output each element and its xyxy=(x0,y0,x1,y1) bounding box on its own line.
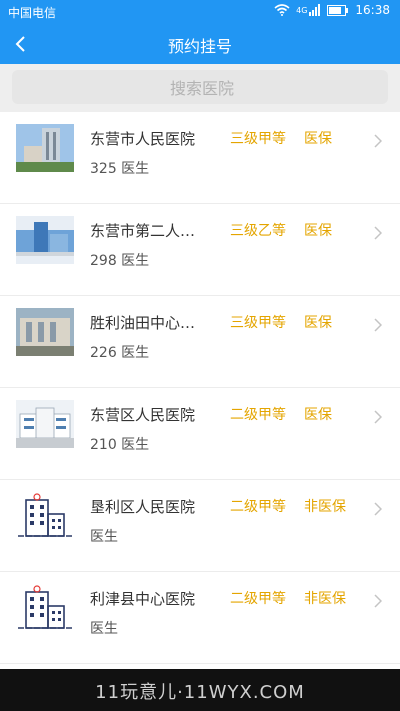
insurance-badge: 医保 xyxy=(304,407,332,423)
hospital-name: 东营市人民医院 xyxy=(90,130,196,148)
hospital-name: 胜利油田中心医院 xyxy=(90,314,208,332)
hospital-list-item[interactable]: 东营市第二人民医院 三级乙等 医保 298 医生 xyxy=(0,204,400,296)
doctor-count: 226 医生 xyxy=(90,345,150,361)
hospital-photo xyxy=(16,308,74,356)
insurance-badge: 医保 xyxy=(304,223,332,239)
signal-icon xyxy=(309,4,321,16)
hospital-outline-icon xyxy=(18,585,72,629)
page-title: 预约挂号 xyxy=(167,37,232,56)
insurance-badge: 医保 xyxy=(304,315,332,331)
hospital-list-item[interactable]: 胜利油田中心医院 三级甲等 医保 226 医生 xyxy=(0,296,400,388)
hospital-photo xyxy=(16,124,74,172)
hospital-name: 利津县中心医院 xyxy=(90,590,196,608)
chevron-right-icon xyxy=(374,226,382,240)
hospital-list-item[interactable]: 东营区人民医院 二级甲等 医保 210 医生 xyxy=(0,388,400,480)
hospital-grade: 二级甲等 xyxy=(230,591,286,607)
hospital-list-item[interactable]: 垦利区人民医院 二级甲等 非医保 医生 xyxy=(0,480,400,572)
doctor-count: 298 医生 xyxy=(90,253,150,269)
insurance-badge: 医保 xyxy=(304,131,332,147)
clock-label: 16:38 xyxy=(355,3,390,17)
chevron-right-icon xyxy=(374,594,382,608)
battery-icon xyxy=(327,4,349,16)
hospital-photo xyxy=(16,400,74,448)
hospital-grade: 三级甲等 xyxy=(230,131,286,147)
hospital-name: 东营区人民医院 xyxy=(90,406,196,424)
network-type-label: 4G xyxy=(296,5,308,15)
hospital-outline-icon xyxy=(18,493,72,537)
system-nav-bar: 11玩意儿·11WYX.COM xyxy=(0,669,400,711)
wifi-icon xyxy=(274,4,290,16)
hospital-grade: 二级甲等 xyxy=(230,499,286,515)
hospital-list-item[interactable]: 利津县中心医院 二级甲等 非医保 医生 xyxy=(0,572,400,664)
hospital-grade: 二级甲等 xyxy=(230,407,286,423)
chevron-right-icon xyxy=(374,318,382,332)
chevron-right-icon xyxy=(374,410,382,424)
hospital-list-item[interactable]: 东营市人民医院 三级甲等 医保 325 医生 xyxy=(0,112,400,204)
doctor-count: 医生 xyxy=(90,621,118,637)
status-icons: 4G 16:38 xyxy=(274,3,390,17)
insurance-badge: 非医保 xyxy=(304,591,346,607)
doctor-count: 210 医生 xyxy=(90,437,150,453)
search-area xyxy=(0,64,400,112)
chevron-right-icon xyxy=(374,134,382,148)
hospital-name: 东营市第二人民医院 xyxy=(90,222,208,240)
doctor-count: 325 医生 xyxy=(90,161,150,177)
doctor-count: 医生 xyxy=(90,529,118,545)
search-input[interactable] xyxy=(12,70,392,106)
hospital-grade: 三级乙等 xyxy=(230,223,286,239)
insurance-badge: 非医保 xyxy=(304,499,346,515)
hospital-list: 东营市人民医院 三级甲等 医保 325 医生 东营市第二人民医院 三级乙等 医保… xyxy=(0,112,400,669)
hospital-photo xyxy=(16,216,74,264)
hospital-name: 垦利区人民医院 xyxy=(90,498,196,516)
search-box xyxy=(12,70,392,106)
carrier-label: 中国电信 xyxy=(8,6,57,20)
status-bar: 中国电信 4G 16:38 xyxy=(0,0,400,24)
watermark-text: 11玩意儿·11WYX.COM xyxy=(95,682,305,703)
nav-bar: 预约挂号 xyxy=(0,24,400,64)
chevron-right-icon xyxy=(374,502,382,516)
hospital-grade: 三级甲等 xyxy=(230,315,286,331)
